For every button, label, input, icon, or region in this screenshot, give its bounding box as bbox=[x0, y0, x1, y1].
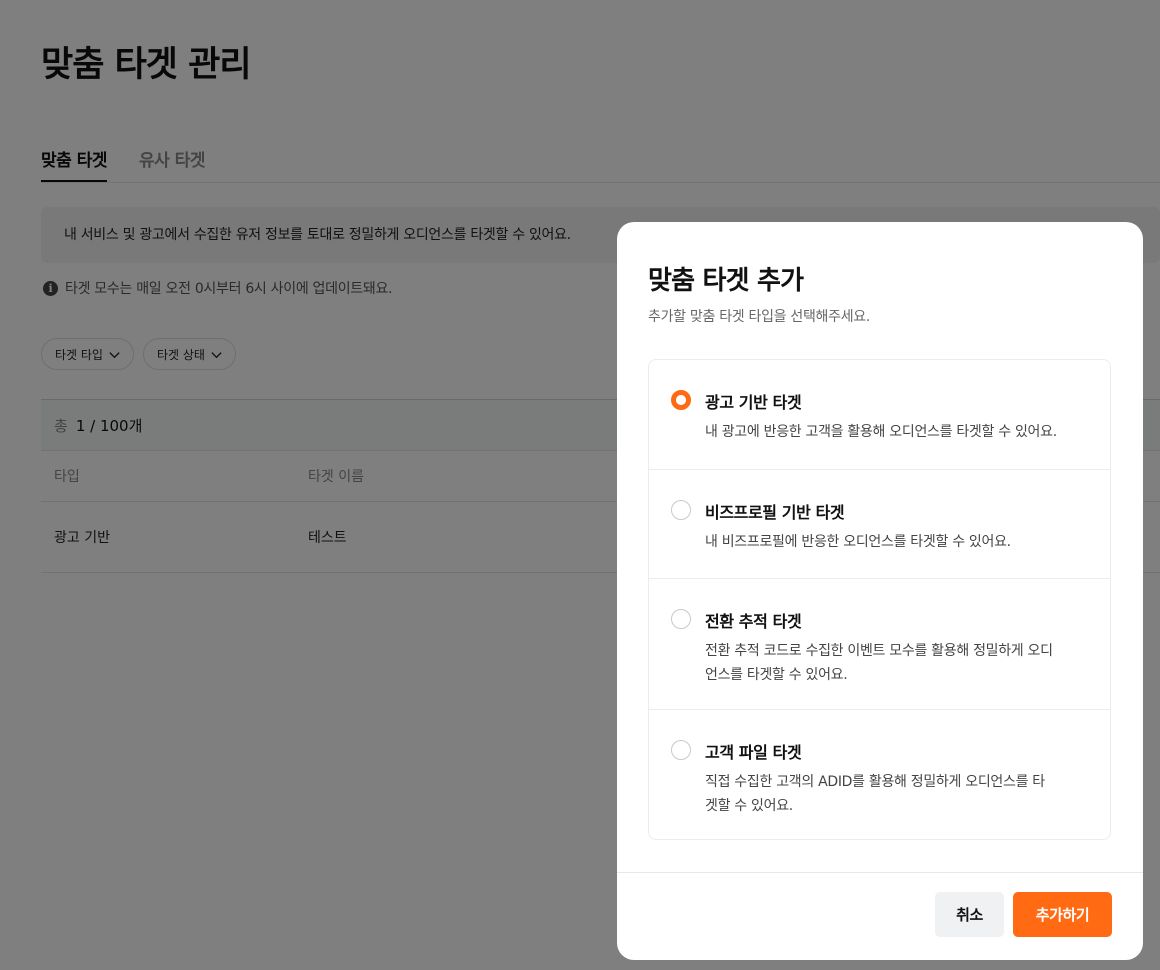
radio-unselected[interactable] bbox=[671, 500, 691, 520]
add-button[interactable]: 추가하기 bbox=[1013, 892, 1112, 937]
option-description: 직접 수집한 고객의 ADID를 활용해 정밀하게 오디언스를 타겟할 수 있어… bbox=[705, 774, 1045, 814]
modal-subtitle: 추가할 맞춤 타겟 타입을 선택해주세요. bbox=[648, 309, 871, 325]
modal-title: 맞춤 타겟 추가 bbox=[648, 266, 804, 296]
option-title: 광고 기반 타겟 bbox=[705, 393, 802, 412]
option-description: 내 비즈프로필에 반응한 오디언스를 타겟할 수 있어요. bbox=[705, 534, 1011, 550]
option-conversion-tracking-target[interactable]: 전환 추적 타겟 전환 추적 코드로 수집한 이벤트 모수를 활용해 정밀하게 … bbox=[649, 578, 1110, 710]
cancel-button[interactable]: 취소 bbox=[935, 892, 1004, 937]
radio-unselected[interactable] bbox=[671, 609, 691, 629]
option-ad-based-target[interactable]: 광고 기반 타겟 내 광고에 반응한 고객을 활용해 오디언스를 타겟할 수 있… bbox=[649, 360, 1110, 469]
option-title: 전환 추적 타겟 bbox=[705, 612, 802, 631]
option-bizprofile-target[interactable]: 비즈프로필 기반 타겟 내 비즈프로필에 반응한 오디언스를 타겟할 수 있어요… bbox=[649, 469, 1110, 579]
radio-selected[interactable] bbox=[671, 390, 691, 410]
option-customer-file-target[interactable]: 고객 파일 타겟 직접 수집한 고객의 ADID를 활용해 정밀하게 오디언스를… bbox=[649, 709, 1110, 840]
option-description: 전환 추적 코드로 수집한 이벤트 모수를 활용해 정밀하게 오디언스를 타겟할… bbox=[705, 643, 1053, 683]
add-custom-target-modal: 맞춤 타겟 추가 추가할 맞춤 타겟 타입을 선택해주세요. 광고 기반 타겟 … bbox=[617, 222, 1143, 960]
target-type-options: 광고 기반 타겟 내 광고에 반응한 고객을 활용해 오디언스를 타겟할 수 있… bbox=[648, 359, 1111, 840]
option-title: 고객 파일 타겟 bbox=[705, 743, 802, 762]
modal-footer: 취소 추가하기 bbox=[617, 872, 1143, 960]
option-description: 내 광고에 반응한 고객을 활용해 오디언스를 타겟할 수 있어요. bbox=[705, 424, 1057, 440]
option-title: 비즈프로필 기반 타겟 bbox=[705, 503, 845, 522]
radio-unselected[interactable] bbox=[671, 740, 691, 760]
